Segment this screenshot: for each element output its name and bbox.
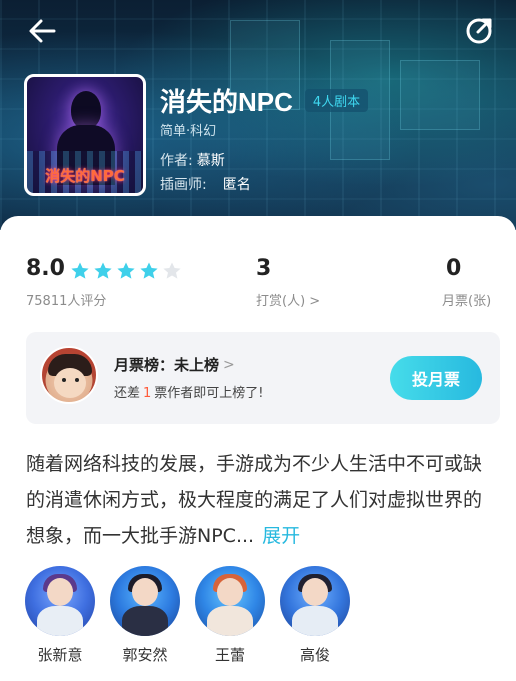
script-cover-image: 消失的NPC bbox=[24, 74, 146, 196]
character-name: 郭安然 bbox=[122, 646, 168, 664]
author-line: 作者: 慕斯 bbox=[160, 150, 225, 170]
rating-stars bbox=[70, 261, 182, 281]
character-item[interactable]: 张新意 bbox=[24, 566, 96, 665]
rating-score: 8.0 bbox=[26, 256, 65, 281]
star-filled-icon bbox=[140, 262, 158, 279]
character-item[interactable]: 王蕾 bbox=[194, 566, 266, 665]
avatar-eye bbox=[62, 378, 66, 382]
stats-row: 8.0 75811人评分 3 打赏(人) > 0 月票(张) bbox=[0, 252, 516, 312]
star-empty-icon bbox=[163, 262, 181, 279]
character-avatar bbox=[25, 566, 95, 636]
description-text: 随着网络科技的发展，手游成为不少人生活中不可或缺的消遣休闲方式，极大程度的满足了… bbox=[26, 453, 483, 547]
star-filled-icon bbox=[94, 262, 112, 279]
arrow-left-icon bbox=[29, 19, 56, 43]
genre-label: 简单·科幻 bbox=[160, 124, 217, 139]
character-avatar bbox=[110, 566, 180, 636]
script-description: 随着网络科技的发展，手游成为不少人生活中不可或缺的消遣休闲方式，极大程度的满足了… bbox=[26, 446, 494, 554]
ranking-title[interactable]: 月票榜：未上榜 > bbox=[114, 354, 235, 375]
star-filled-icon bbox=[71, 262, 89, 279]
character-list: 张新意 郭安然 王蕾 高俊 bbox=[24, 566, 351, 665]
votes-needed: 1 bbox=[143, 386, 152, 401]
ranking-subtitle: 还差 1 票作者即可上榜了! bbox=[114, 382, 264, 401]
share-icon bbox=[466, 18, 492, 44]
title-row: 消失的NPC 4人剧本 bbox=[160, 82, 369, 119]
avatar-face bbox=[302, 578, 328, 606]
character-item[interactable]: 郭安然 bbox=[109, 566, 181, 665]
user-avatar bbox=[40, 346, 98, 404]
author-name[interactable]: 慕斯 bbox=[197, 153, 225, 169]
ranking-sub-prefix: 还差 bbox=[114, 386, 141, 401]
character-name: 王蕾 bbox=[214, 646, 245, 664]
back-button[interactable] bbox=[26, 14, 60, 48]
character-item[interactable]: 高俊 bbox=[279, 566, 351, 665]
character-name: 张新意 bbox=[37, 646, 83, 664]
hero-banner: 消失的NPC 消失的NPC 4人剧本 简单·科幻 作者: 慕斯 插画师: 匿名 bbox=[0, 0, 516, 230]
ranking-sub-suffix: 票作者即可上榜了! bbox=[154, 386, 264, 401]
monthly-tickets-count: 0 bbox=[446, 256, 462, 281]
chevron-right-icon: > bbox=[223, 356, 235, 373]
character-name: 高俊 bbox=[299, 646, 330, 664]
illustrator-line: 插画师: 匿名 bbox=[160, 174, 251, 194]
cover-figure bbox=[71, 91, 101, 129]
tips-link[interactable]: 打赏(人) > bbox=[256, 290, 320, 309]
illustrator-name: 匿名 bbox=[222, 177, 251, 193]
avatar-body bbox=[37, 606, 83, 636]
cover-title: 消失的NPC bbox=[45, 167, 125, 185]
avatar-eye bbox=[75, 378, 79, 382]
character-avatar bbox=[280, 566, 350, 636]
vote-monthly-ticket-button[interactable]: 投月票 bbox=[390, 356, 482, 400]
avatar-face bbox=[54, 368, 86, 398]
character-avatar bbox=[195, 566, 265, 636]
avatar-body bbox=[122, 606, 168, 636]
script-title: 消失的NPC bbox=[160, 87, 293, 117]
avatar-face bbox=[47, 578, 73, 606]
avatar-body bbox=[207, 606, 253, 636]
monthly-ranking-card: 月票榜：未上榜 > 还差 1 票作者即可上榜了! 投月票 bbox=[26, 332, 500, 424]
tips-count: 3 bbox=[256, 256, 272, 281]
players-tag: 4人剧本 bbox=[304, 89, 369, 112]
ranking-title-text: 月票榜：未上榜 bbox=[114, 356, 220, 374]
rating-count: 75811人评分 bbox=[26, 294, 107, 309]
star-filled-icon bbox=[117, 262, 135, 279]
background-panel bbox=[400, 60, 480, 130]
avatar-face bbox=[217, 578, 243, 606]
avatar-body bbox=[292, 606, 338, 636]
illustrator-label: 插画师: bbox=[160, 177, 207, 193]
detail-sheet: 8.0 75811人评分 3 打赏(人) > 0 月票(张) 月票榜：未上榜 >… bbox=[0, 216, 516, 681]
monthly-tickets-label: 月票(张) bbox=[442, 294, 492, 309]
expand-link[interactable]: 展开 bbox=[262, 525, 300, 547]
author-label: 作者: bbox=[160, 153, 193, 169]
share-button[interactable] bbox=[464, 14, 496, 46]
avatar-face bbox=[132, 578, 158, 606]
